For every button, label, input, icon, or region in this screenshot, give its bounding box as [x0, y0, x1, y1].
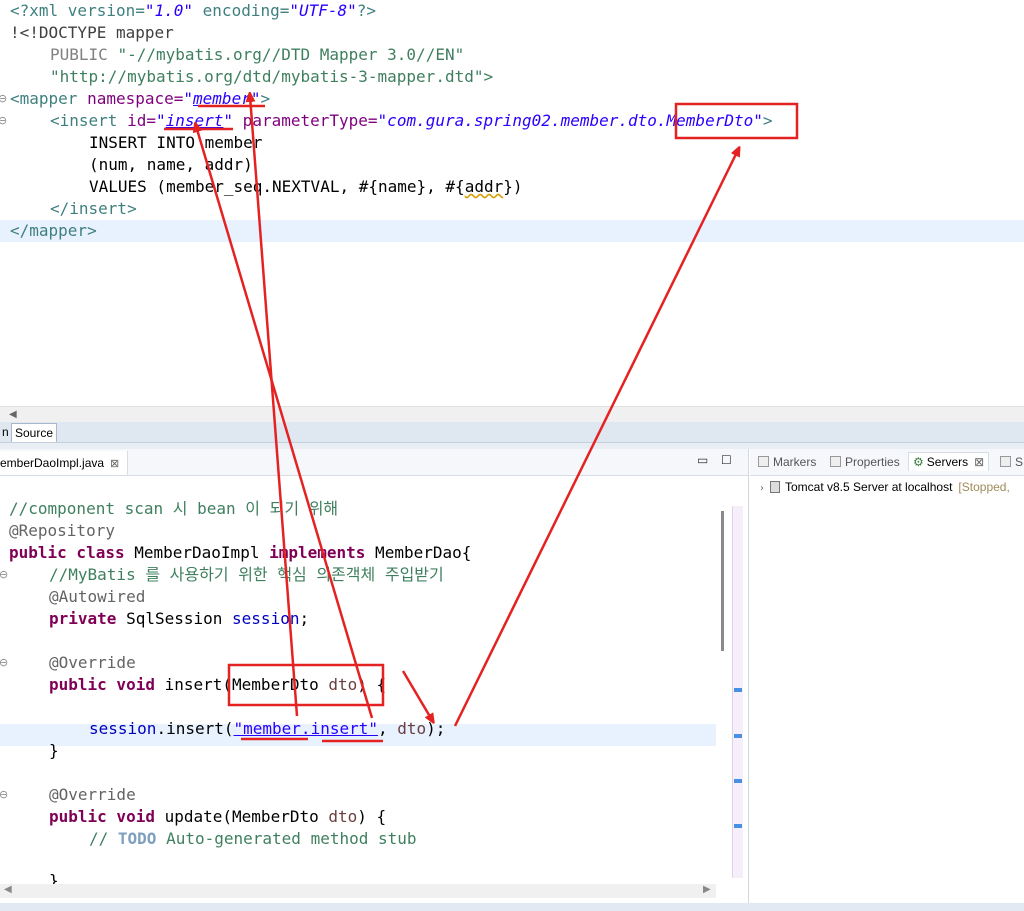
tab-memberdaoimpl-java[interactable]: emberDaoImpl.java ⊠ — [0, 451, 129, 475]
todo-comment: // TODO Auto-generated method stub — [89, 829, 417, 848]
tab-design[interactable]: n — [0, 423, 12, 441]
occurrence-marker[interactable] — [734, 688, 742, 692]
parameter-type-value: "com.gura.spring02.member.dto.MemberDto" — [377, 111, 763, 130]
xml-mapper-editor[interactable]: <?xml version="1.0" encoding="UTF-8"?> !… — [0, 0, 1024, 406]
tab-servers[interactable]: ⚙ Servers ⊠ — [908, 452, 990, 471]
chevron-right-icon[interactable]: › — [760, 483, 764, 494]
server-name: Tomcat v8.5 Server at localhost — [785, 480, 953, 494]
scroll-right-icon[interactable]: ▶ — [703, 884, 711, 895]
server-icon — [770, 481, 780, 493]
insert-open-tag-line: <insert id="insert" parameterType="com.g… — [50, 111, 773, 130]
server-tree-item[interactable]: › Tomcat v8.5 Server at localhost [Stopped… — [760, 478, 1010, 496]
markers-icon — [758, 456, 769, 467]
annotation-repository: @Repository — [9, 521, 115, 540]
tab-markers[interactable]: Markers — [758, 453, 816, 471]
mapper-close-tag-line: </mapper> — [10, 221, 97, 240]
xml-declaration-line: <?xml version="1.0" encoding="UTF-8"?> — [10, 1, 377, 20]
servers-view: Markers Properties ⚙ Servers ⊠ S › Tomcat v… — [750, 449, 1024, 911]
scroll-thumb[interactable] — [721, 511, 724, 651]
status-bar — [0, 903, 1024, 911]
occurrence-marker[interactable] — [734, 779, 742, 783]
fold-toggle-icon[interactable]: ⊖ — [0, 788, 8, 801]
closing-brace: } — [49, 741, 59, 760]
insert-close-tag-line: </insert> — [50, 199, 137, 218]
servers-tabbar: Markers Properties ⚙ Servers ⊠ S — [750, 449, 1024, 476]
maximize-icon[interactable]: ☐ — [721, 453, 732, 467]
insert-id-value: insert — [165, 111, 224, 130]
java-code-area[interactable]: //component scan 시 bean 이 되기 위해 @Reposit… — [0, 476, 716, 896]
doctype-line: !<!DOCTYPE mapper — [10, 23, 174, 42]
class-declaration-line: public class MemberDaoImpl implements Me… — [9, 543, 472, 562]
tab-source[interactable]: Source — [11, 423, 58, 442]
tab-properties[interactable]: Properties — [830, 453, 900, 471]
overview-ruler[interactable] — [732, 506, 743, 878]
server-status: [Stopped, — [958, 480, 1010, 494]
java-editor-tabbar: emberDaoImpl.java ⊠ ▭ ☐ — [0, 449, 748, 476]
current-line-highlight — [0, 220, 1024, 242]
occurrence-marker[interactable] — [734, 734, 742, 738]
insert-method-signature: public void insert(MemberDto dto) { — [49, 675, 387, 694]
fold-toggle-icon[interactable]: ⊖ — [0, 568, 8, 581]
annotation-override: @Override — [49, 785, 136, 804]
sql-insert-line: INSERT INTO member — [89, 133, 263, 152]
doctype-public-line: PUBLIC "-//mybatis.org//DTD Mapper 3.0//… — [50, 45, 465, 64]
scroll-left-icon[interactable]: ◀ — [4, 884, 12, 895]
xml-horizontal-scrollbar[interactable]: ◀ — [0, 406, 1024, 423]
mapper-open-tag-line: <mapper namespace="member"> — [10, 89, 271, 108]
servers-icon: ⚙ — [913, 455, 924, 469]
mapper-namespace-value: member — [193, 89, 251, 108]
sql-columns-line: (num, name, addr) — [89, 155, 253, 174]
statement-id-string: "member.insert" — [233, 719, 379, 738]
fold-toggle-icon[interactable]: ⊖ — [0, 656, 8, 669]
annotation-override: @Override — [49, 653, 136, 672]
sql-values-line: VALUES (member_seq.NEXTVAL, #{name}, #{a… — [89, 177, 523, 196]
java-editor-view: emberDaoImpl.java ⊠ ▭ ☐ //component scan … — [0, 449, 749, 911]
tab-label: emberDaoImpl.java — [0, 456, 105, 470]
comment-line: //MyBatis 를 사용하기 위한 핵심 의존객체 주입받기 — [49, 565, 444, 584]
close-icon[interactable]: ⊠ — [974, 455, 984, 469]
fold-toggle-icon[interactable]: ⊖ — [0, 114, 7, 127]
occurrence-marker[interactable] — [734, 824, 742, 828]
java-horizontal-scrollbar[interactable]: ◀ ▶ — [0, 884, 716, 898]
console-icon — [1000, 456, 1011, 467]
session-insert-call: session.insert("member.insert", dto); — [89, 719, 446, 738]
editor-mode-tabs: n Source — [0, 422, 1024, 443]
annotation-autowired: @Autowired — [49, 587, 146, 606]
fold-toggle-icon[interactable]: ⊖ — [0, 92, 7, 105]
update-method-signature: public void update(MemberDto dto) { — [49, 807, 387, 826]
minimize-icon[interactable]: ▭ — [697, 453, 708, 467]
comment-line: //component scan 시 bean 이 되기 위해 — [9, 499, 339, 518]
doctype-dtd-line: "http://mybatis.org/dtd/mybatis-3-mapper… — [50, 67, 494, 86]
properties-icon — [830, 456, 841, 467]
scroll-left-icon[interactable]: ◀ — [9, 409, 17, 420]
close-icon[interactable]: ⊠ — [110, 458, 119, 470]
field-declaration-line: private SqlSession session; — [49, 609, 310, 628]
tab-overflow[interactable]: S — [1000, 453, 1023, 471]
java-vertical-scrollbar[interactable] — [716, 476, 732, 896]
